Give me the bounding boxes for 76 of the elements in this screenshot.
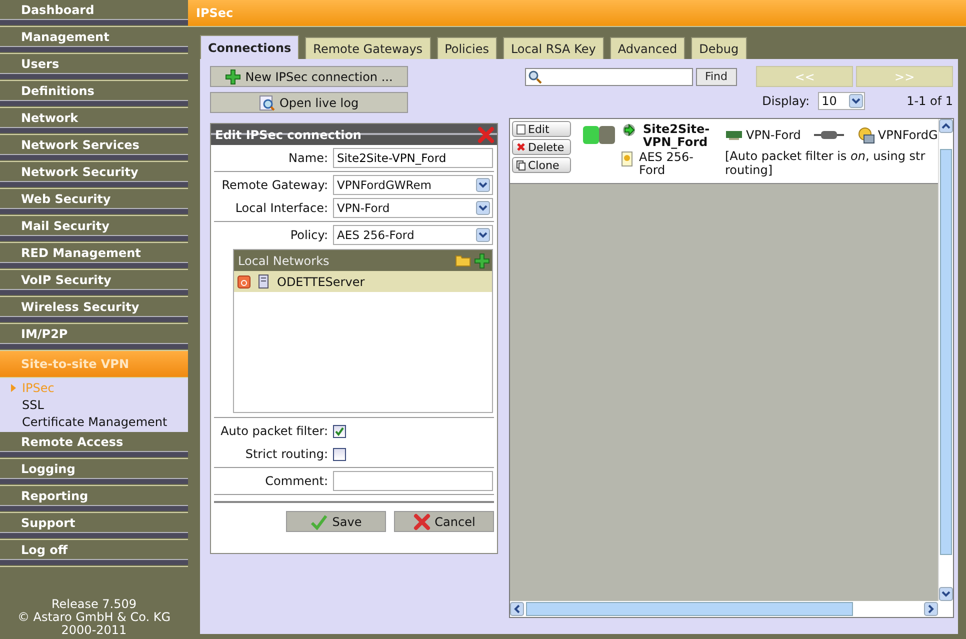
field-label: Comment: xyxy=(264,474,328,488)
save-button[interactable]: Save xyxy=(286,511,386,532)
add-icon[interactable] xyxy=(474,252,490,268)
field-label: Name: xyxy=(288,151,328,165)
tab[interactable]: Local RSA Key xyxy=(502,37,604,59)
cross-icon xyxy=(412,512,431,530)
display-label: Display: xyxy=(762,94,810,108)
dropdown-caret-icon xyxy=(476,178,490,192)
plus-icon xyxy=(225,68,242,84)
cancel-button[interactable]: Cancel xyxy=(394,511,494,532)
footer-text: Release 7.509 xyxy=(51,598,137,611)
dropdown[interactable]: VPNFordGWRem xyxy=(333,175,493,195)
scroll-down-icon[interactable] xyxy=(939,587,953,601)
field-label: Remote Gateway: xyxy=(220,178,328,192)
remove-icon[interactable] xyxy=(237,274,251,288)
tab[interactable]: Connections xyxy=(200,35,300,60)
folder-icon[interactable] xyxy=(455,252,471,266)
gateway-icon xyxy=(856,126,875,144)
connection-description: [Auto packet filter is on, using str xyxy=(725,149,926,163)
scroll-right-icon[interactable] xyxy=(924,602,938,616)
sub-nav-item[interactable]: Certificate Management xyxy=(22,414,168,428)
tab[interactable]: Advanced xyxy=(610,37,686,59)
scroll-left-icon[interactable] xyxy=(510,602,524,616)
tab[interactable]: Debug xyxy=(691,37,747,59)
open-log-button[interactable]: Open live log xyxy=(210,92,408,113)
checkmark-icon xyxy=(310,514,328,530)
certificate-icon xyxy=(621,151,633,167)
close-icon[interactable] xyxy=(477,126,495,144)
field-label: Strict routing: xyxy=(244,447,328,461)
search-icon xyxy=(528,70,542,84)
field-label: Auto packet filter: xyxy=(220,424,328,438)
cross-icon xyxy=(516,142,526,152)
horizontal-scrollbar[interactable] xyxy=(510,601,938,617)
policy-name: AES 256-Ford xyxy=(639,151,694,177)
scroll-up-icon[interactable] xyxy=(939,119,953,133)
gateway-name: VPNFordG xyxy=(878,128,938,142)
find-button[interactable]: Find xyxy=(696,68,737,86)
checkbox[interactable] xyxy=(333,424,346,438)
item-label: ODETTEServer xyxy=(277,274,365,288)
page-size-dropdown[interactable]: 10 xyxy=(818,92,865,110)
copy-icon xyxy=(516,160,526,170)
connection-name: Site2Site-VPN_Ford xyxy=(643,123,711,149)
dropdown-caret-icon xyxy=(476,201,490,215)
tab[interactable]: Policies xyxy=(436,37,497,59)
connector-icon xyxy=(812,130,845,140)
tab[interactable]: Remote Gateways xyxy=(305,37,431,59)
list-title: Local Networks xyxy=(238,254,330,268)
vertical-scrollbar[interactable] xyxy=(938,119,953,601)
magnifier-icon xyxy=(259,94,276,110)
dropdown-caret-icon xyxy=(476,228,490,242)
footer-text: © Astaro GmbH & Co. KG xyxy=(17,611,171,624)
page-title: IPSec xyxy=(196,6,234,20)
text-field[interactable] xyxy=(333,471,493,491)
dropdown[interactable]: VPN-Ford xyxy=(333,198,493,218)
server-icon xyxy=(257,274,271,290)
sub-nav-item[interactable]: SSL xyxy=(22,398,44,412)
field-label: Policy: xyxy=(289,228,328,242)
clone-button[interactable]: Clone xyxy=(512,157,571,173)
connection-description: routing] xyxy=(725,163,774,177)
status-toggle[interactable] xyxy=(583,126,615,144)
network-card-icon xyxy=(725,129,743,141)
text-field[interactable]: Site2Site-VPN_Ford xyxy=(333,148,493,168)
document-icon xyxy=(516,124,526,134)
field-label: Local Interface: xyxy=(234,201,328,215)
checkbox[interactable] xyxy=(333,448,346,460)
dropdown-caret-icon xyxy=(848,94,863,108)
delete-button[interactable]: Delete xyxy=(512,139,571,155)
interface-name: VPN-Ford xyxy=(746,128,801,142)
list-item[interactable]: ODETTEServer xyxy=(234,271,492,292)
footer-text: 2000-2011 xyxy=(61,624,127,637)
search-field[interactable] xyxy=(525,68,693,86)
triangle-icon xyxy=(11,384,16,392)
new-connection-button[interactable]: New IPSec connection ... xyxy=(210,66,408,87)
edit-button[interactable]: Edit xyxy=(512,121,571,137)
dropdown[interactable]: AES 256-Ford xyxy=(333,225,493,245)
result-count: 1-1 of 1 xyxy=(906,94,953,108)
